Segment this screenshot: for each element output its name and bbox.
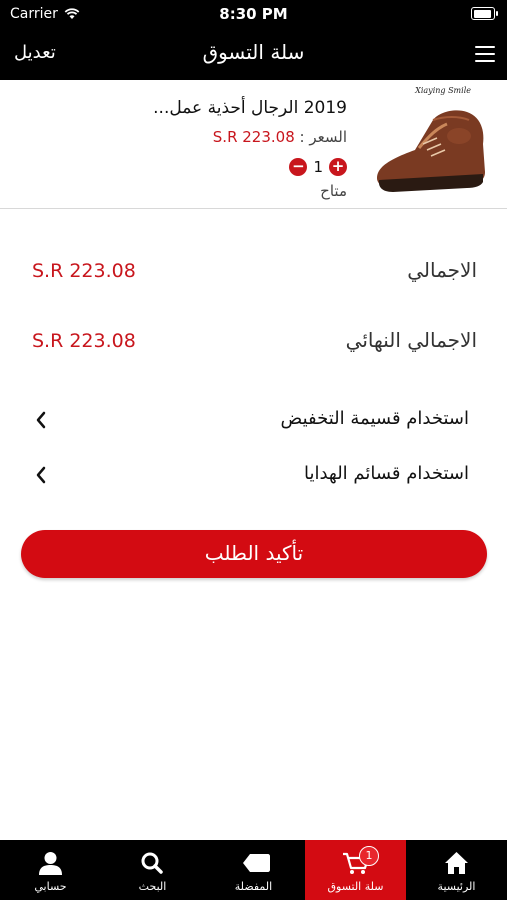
total-value: S.R 223.08 — [32, 260, 136, 282]
plus-icon[interactable]: + — [329, 158, 347, 176]
battery-icon — [471, 7, 498, 20]
price-value: S.R 223.08 — [212, 128, 295, 146]
tab-favorites[interactable]: المفضلة — [203, 840, 304, 900]
tab-bar: الرئيسية 1 سلة التسوق المفضلة البحث حساب… — [0, 840, 507, 900]
tab-cart[interactable]: 1 سلة التسوق — [305, 840, 406, 900]
user-icon — [39, 852, 62, 875]
confirm-order-button[interactable]: تأكيد الطلب — [21, 530, 487, 578]
cart-item: Xiaying Smile 2019 الرجال أحذية عمل... ا… — [0, 80, 507, 209]
navigation-bar: تعديل سلة التسوق — [0, 28, 507, 80]
final-total-label: الاجمالي النهائي — [345, 328, 477, 352]
minus-icon[interactable]: − — [289, 158, 308, 176]
total-row: الاجمالي S.R 223.08 — [0, 252, 507, 292]
tab-account-label: حسابي — [34, 880, 67, 893]
status-bar: Carrier 8:30 PM — [0, 0, 507, 28]
tab-search[interactable]: البحث — [102, 840, 203, 900]
tab-cart-label: سلة التسوق — [327, 880, 384, 893]
tab-favorites-label: المفضلة — [234, 880, 273, 893]
tab-search-label: البحث — [138, 880, 167, 893]
quantity-value: 1 — [313, 158, 323, 176]
final-total-row: الاجمالي النهائي S.R 223.08 — [0, 322, 507, 362]
quantity-stepper: − 1 + — [289, 158, 347, 176]
gift-cards-row[interactable]: استخدام قسائم الهدايا — [0, 455, 507, 495]
chevron-left-icon — [36, 466, 46, 484]
cart-badge: 1 — [359, 846, 379, 866]
clock: 8:30 PM — [219, 5, 288, 23]
tab-account[interactable]: حسابي — [0, 840, 101, 900]
home-icon — [445, 852, 468, 874]
final-total-value: S.R 223.08 — [32, 330, 136, 352]
tab-home-label: الرئيسية — [437, 880, 476, 893]
discount-coupon-row[interactable]: استخدام قسيمة التخفيض — [0, 400, 507, 440]
product-price: السعر : S.R 223.08 — [213, 128, 347, 146]
chevron-left-icon — [36, 411, 46, 429]
tab-home[interactable]: الرئيسية — [406, 840, 507, 900]
product-image[interactable] — [363, 86, 493, 198]
total-label: الاجمالي — [407, 258, 477, 282]
menu-icon[interactable] — [475, 46, 495, 62]
cart-icon — [343, 852, 370, 874]
discount-coupon-label: استخدام قسيمة التخفيض — [280, 408, 469, 429]
page-title: سلة التسوق — [202, 40, 305, 64]
tag-icon — [243, 854, 270, 872]
price-label: السعر : — [299, 128, 347, 146]
gift-cards-label: استخدام قسائم الهدايا — [303, 463, 469, 484]
availability-status: متاح — [320, 182, 347, 200]
product-name[interactable]: 2019 الرجال أحذية عمل... — [153, 98, 347, 118]
product-brand: Xiaying Smile — [415, 86, 471, 95]
search-icon — [141, 852, 163, 874]
